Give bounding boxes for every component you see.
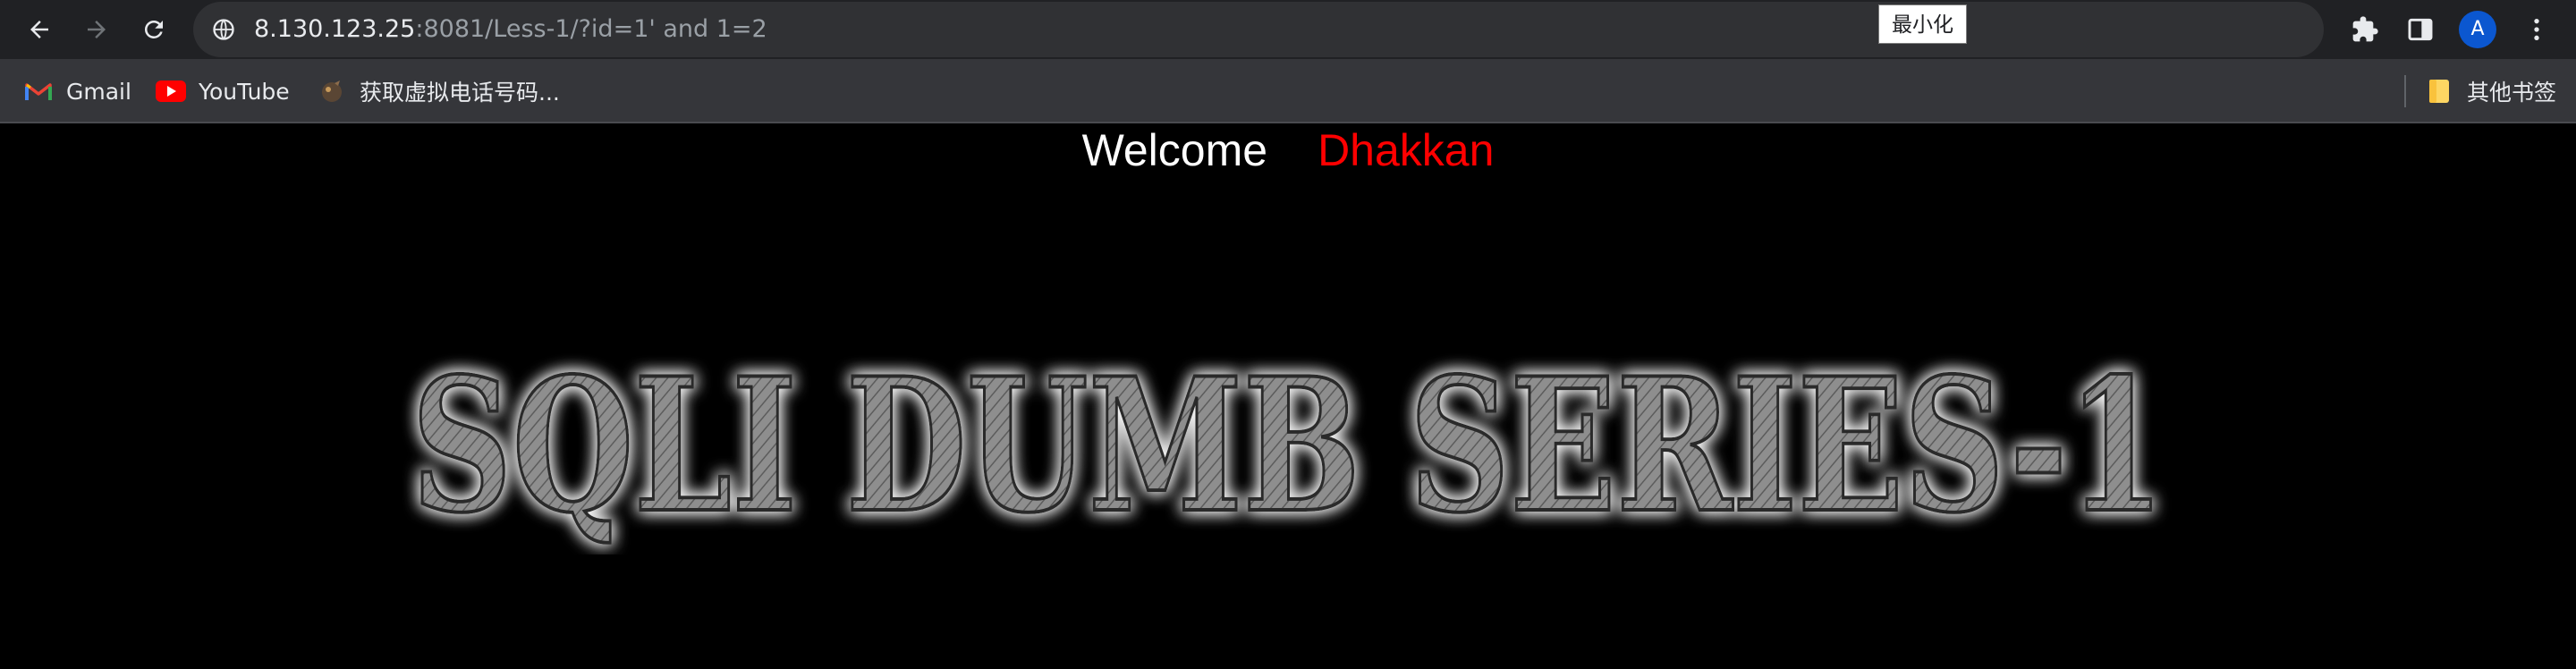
minimize-tooltip: 最小化 [1878,4,1967,44]
bookmark-virtual-phone[interactable]: 获取虚拟电话号码... [317,73,560,109]
bookmark-label: Gmail [66,78,131,105]
bookmark-youtube[interactable]: YouTube [156,73,290,109]
puzzle-icon [2352,16,2378,42]
site-info-icon[interactable] [211,17,236,42]
bookmark-label: YouTube [199,78,290,105]
gmail-icon [23,76,54,106]
url-text[interactable]: 8.130.123.25:8081/Less-1/?id=1' and 1=2 [254,14,767,45]
welcome-text: Welcome [1081,125,1268,175]
extensions-button[interactable] [2345,10,2385,49]
welcome-name: Dhakkan [1318,125,1495,175]
other-bookmarks-label: 其他书签 [2467,80,2557,106]
bookmark-label: 获取虚拟电话号码... [360,80,560,106]
url-path: :8081/Less-1/?id=1' and 1=2 [415,15,767,43]
browser-menu-button[interactable] [2517,10,2556,49]
reload-icon [144,20,163,38]
arrow-right-icon [88,21,106,38]
site-favicon-icon [317,76,347,106]
back-button[interactable] [20,10,59,49]
folder-icon [2424,76,2454,106]
other-bookmarks[interactable]: 其他书签 [2424,73,2556,109]
welcome-line: Welcome Dhakkan [0,123,2576,177]
arrow-left-icon [30,21,48,38]
forward-button[interactable] [77,10,116,49]
bookmark-gmail[interactable]: Gmail [23,73,131,109]
bookmarks-bar: Gmail YouTube 获取虚拟电话号码... 其他书签 [0,59,2576,123]
side-panel-button[interactable] [2401,10,2440,49]
youtube-icon [156,76,186,106]
bookmark-separator [2404,75,2406,107]
kebab-menu-icon [2534,19,2539,40]
profile-button[interactable]: A [2458,10,2497,49]
address-bar[interactable]: 8.130.123.25:8081/Less-1/?id=1' and 1=2 [193,2,2324,57]
reload-button[interactable] [134,10,174,49]
url-host: 8.130.123.25 [254,15,416,43]
logo-text: SQLI DUMB SERIES-1 [411,339,2165,554]
browser-toolbar: 8.130.123.25:8081/Less-1/?id=1' and 1=2 … [0,0,2576,59]
avatar: A [2459,11,2496,48]
side-panel-icon [2408,18,2433,41]
sqli-dumb-series-logo: SQLI DUMB SERIES-1 [410,337,2166,555]
